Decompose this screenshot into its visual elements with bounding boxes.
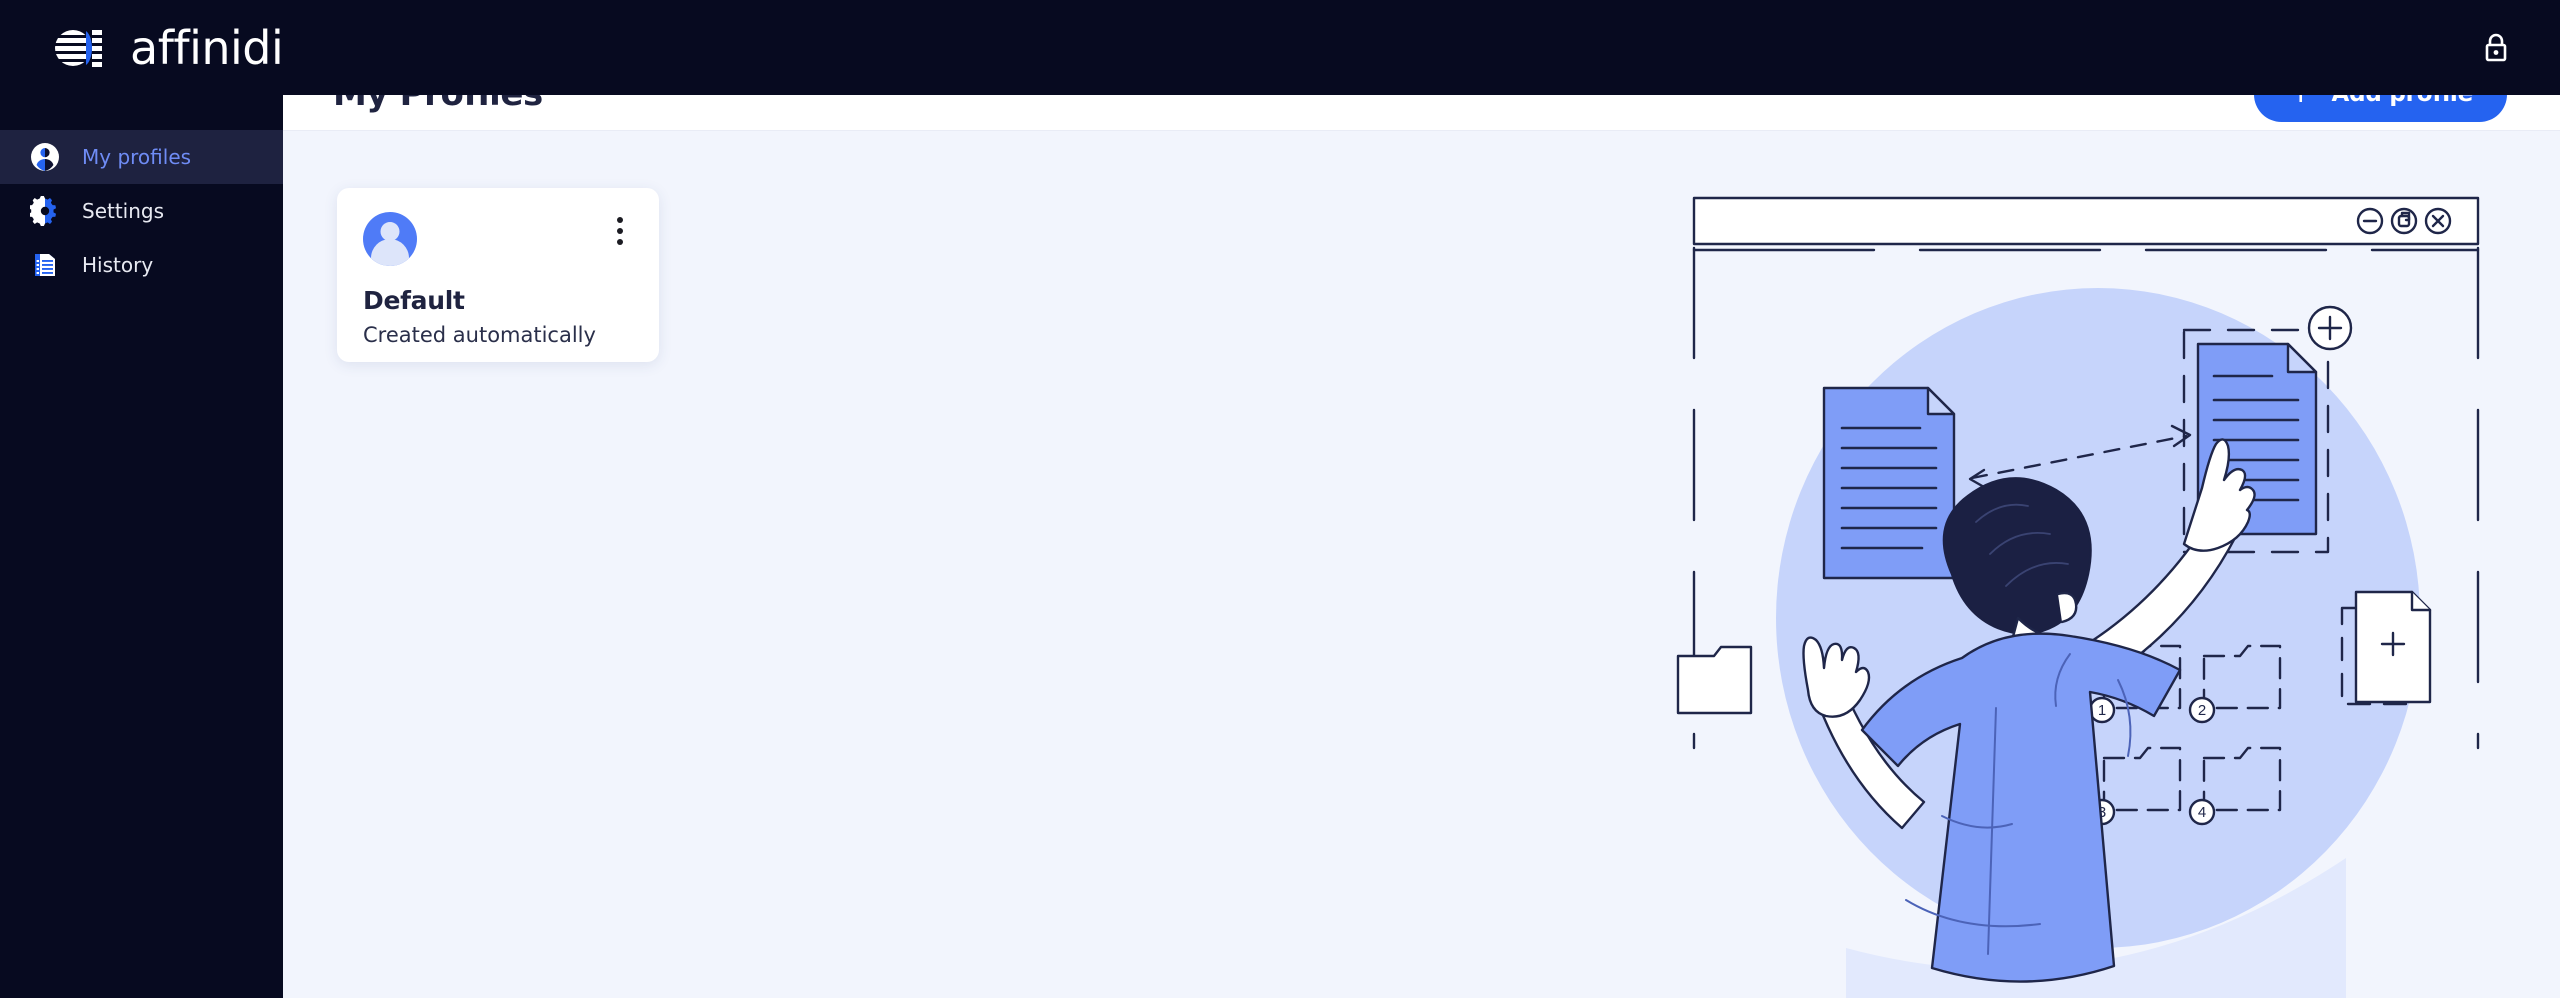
top-bar: affinidi	[0, 0, 2560, 95]
history-list-icon	[30, 250, 60, 280]
folder-3: 3	[2088, 746, 2182, 826]
sidebar-item-my-profiles[interactable]: My profiles	[0, 130, 283, 184]
content-body: Default Created automatically 1 2 3 4	[283, 131, 2560, 998]
main-panel: My Profiles + Add profile Default	[283, 58, 2560, 998]
sidebar-item-history[interactable]: History	[0, 238, 283, 292]
svg-text:4: 4	[2198, 804, 2206, 821]
brand[interactable]: affinidi	[52, 20, 284, 75]
new-document-badge	[2340, 590, 2432, 706]
profile-card[interactable]: Default Created automatically	[337, 188, 659, 362]
person-organizing-documents-illustration: 1 2 3 4	[1676, 196, 2480, 998]
profile-subtitle: Created automatically	[363, 323, 596, 347]
brand-name: affinidi	[130, 20, 284, 75]
window-control-minimize	[2356, 207, 2384, 235]
sidebar-item-settings[interactable]: Settings	[0, 184, 283, 238]
sidebar-item-label: My profiles	[82, 145, 192, 169]
profile-card-top	[363, 212, 633, 266]
affinidi-striped-circle-logo	[55, 29, 102, 67]
folder-4: 4	[2188, 746, 2282, 826]
svg-text:1: 1	[2098, 702, 2106, 719]
window-control-restore	[2390, 207, 2418, 235]
svg-text:2: 2	[2198, 702, 2206, 719]
user-profile-icon	[30, 142, 60, 172]
sidebar-item-label: Settings	[82, 199, 165, 223]
sidebar: My profiles Settings History	[0, 0, 283, 998]
app-root: affinidi My profiles Settings History De…	[0, 0, 2560, 998]
add-circle-badge	[2307, 305, 2353, 351]
gear-icon	[30, 196, 60, 226]
folder-plain	[1676, 645, 1753, 715]
person-figure	[1802, 438, 2256, 983]
avatar-person-icon	[363, 212, 417, 266]
document-target	[2182, 305, 2353, 554]
folder-2: 2	[2188, 644, 2282, 724]
sidebar-item-label: History	[82, 253, 154, 277]
profile-name: Default	[363, 286, 465, 315]
kebab-menu-icon[interactable]	[607, 214, 633, 248]
lock-button[interactable]	[2476, 28, 2516, 68]
window-control-close	[2424, 207, 2452, 235]
lock-icon	[2485, 33, 2507, 61]
document-source	[1822, 386, 1956, 580]
svg-text:3: 3	[2098, 804, 2106, 821]
folder-1: 1	[2088, 644, 2182, 724]
